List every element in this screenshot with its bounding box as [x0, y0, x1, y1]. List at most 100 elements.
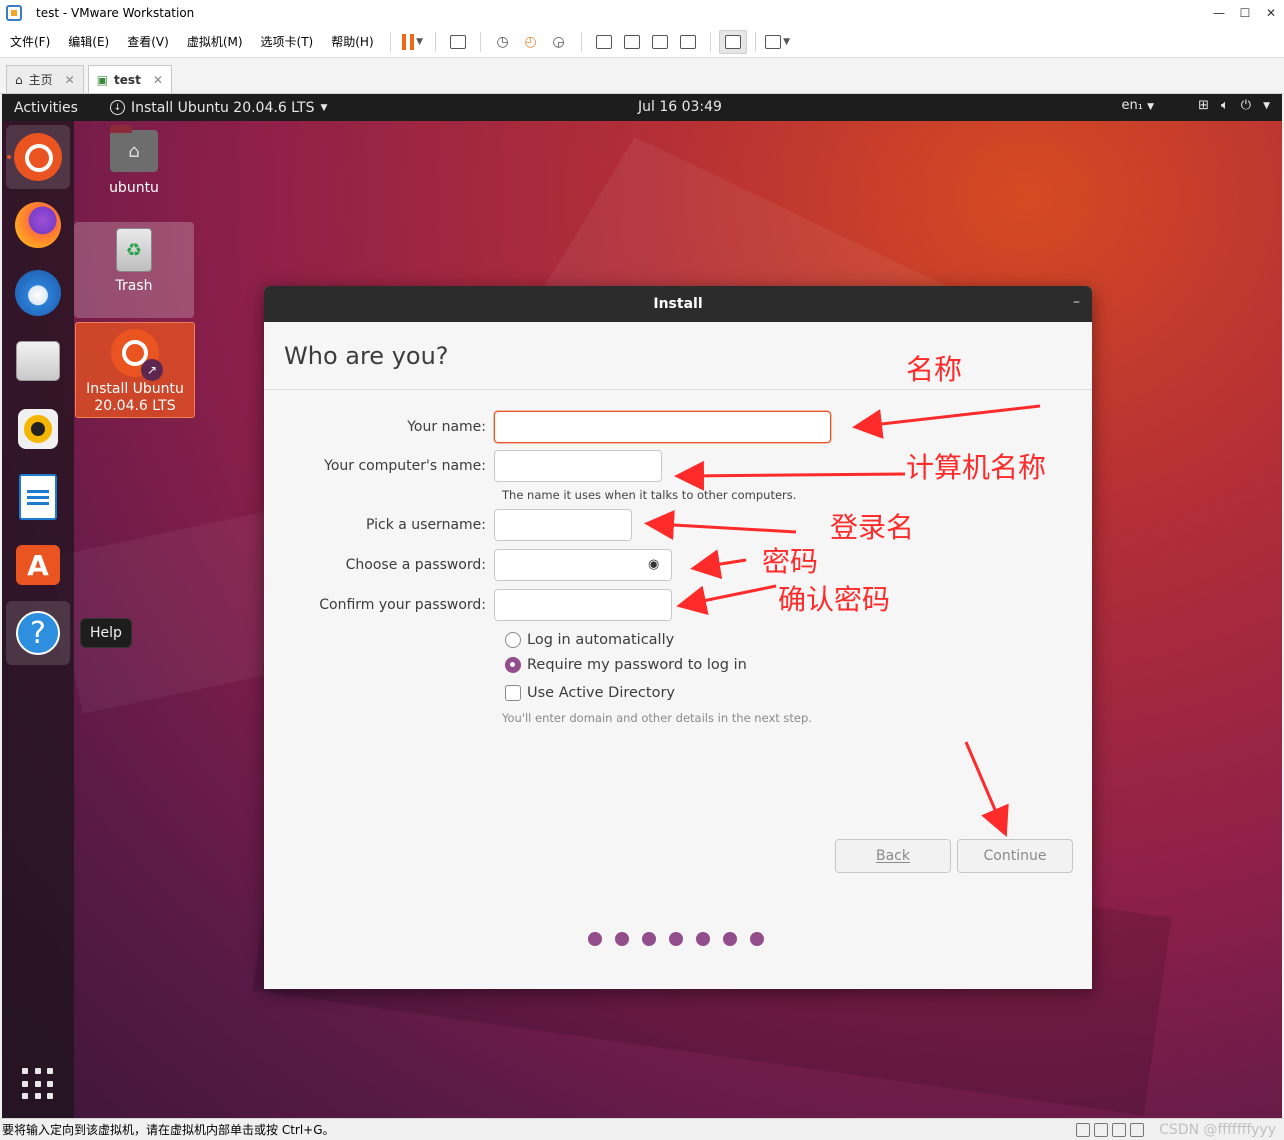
desktop-trash[interactable]: ♻ Trash	[74, 222, 194, 318]
menu-vm[interactable]: 虚拟机(M)	[179, 33, 251, 50]
menu-tabs[interactable]: 选项卡(T)	[253, 33, 322, 50]
require-password-radio[interactable]	[505, 657, 521, 673]
show-library-button[interactable]	[590, 30, 618, 54]
menu-edit[interactable]: 编辑(E)	[60, 33, 117, 50]
vmware-titlebar: test - VMware Workstation — ☐ ✕	[0, 0, 1284, 26]
guest-screen[interactable]: Activities ↓ Install Ubuntu 20.04.6 LTS …	[2, 94, 1282, 1118]
thumbnail-icon	[623, 34, 640, 49]
minimize-icon[interactable]: –	[1073, 294, 1080, 310]
computer-name-hint: The name it uses when it talks to other …	[502, 488, 797, 502]
dock-files[interactable]	[6, 329, 70, 393]
require-password-option[interactable]: Require my password to log in	[505, 657, 747, 673]
vmware-app-icon	[6, 5, 22, 21]
desktop-installer[interactable]: ↗ Install Ubuntu 20.04.6 LTS	[75, 322, 195, 418]
password-label: Choose a password:	[345, 557, 486, 573]
progress-dot	[615, 932, 629, 946]
network-icon[interactable]: ⊞	[1198, 98, 1209, 113]
revert-snapshot-button[interactable]: ◴	[517, 30, 545, 54]
send-ctrl-alt-del-button[interactable]	[444, 30, 472, 54]
hdd-icon[interactable]	[1076, 1123, 1090, 1137]
toolbar-separator	[389, 31, 391, 52]
maximize-icon[interactable]: ☐	[1232, 6, 1258, 20]
ubuntu-installer-icon: ↗	[111, 329, 163, 381]
volume-icon[interactable]: 🔈︎	[1221, 98, 1229, 113]
full-screen-icon	[651, 34, 668, 49]
chevron-down-icon: ▼	[1147, 102, 1155, 112]
close-icon[interactable]: ✕	[153, 73, 163, 87]
dock: A ?	[2, 121, 74, 1118]
stretch-button[interactable]: ▼	[764, 30, 792, 54]
menu-help[interactable]: 帮助(H)	[323, 33, 381, 50]
tab-home[interactable]: ⌂ 主页 ✕	[6, 65, 84, 93]
desktop-trash-label: Trash	[115, 278, 153, 294]
your-name-row: Your name:	[264, 411, 831, 443]
app-menu[interactable]: ↓ Install Ubuntu 20.04.6 LTS ▼	[110, 100, 327, 116]
system-tray[interactable]: en₁ ▼ ⊞ 🔈︎ ⏻ ▼	[1122, 98, 1270, 113]
minimize-icon[interactable]: —	[1206, 6, 1232, 20]
terminal-icon	[724, 34, 741, 49]
close-icon[interactable]: ✕	[1258, 6, 1284, 20]
computer-name-input[interactable]	[494, 450, 662, 482]
dock-writer[interactable]	[6, 465, 70, 529]
download-icon: ↓	[110, 100, 125, 115]
trash-icon: ♻	[116, 228, 152, 272]
your-name-input[interactable]	[494, 411, 831, 443]
progress-dot	[669, 932, 683, 946]
vmware-tabbar: ⌂ 主页 ✕ ▣ test ✕	[0, 58, 1284, 94]
snapshot-button[interactable]: ◷	[489, 30, 517, 54]
password-input[interactable]	[494, 549, 672, 581]
usb-icon[interactable]	[1130, 1123, 1144, 1137]
tab-test[interactable]: ▣ test ✕	[87, 65, 172, 93]
activities-button[interactable]: Activities	[14, 100, 110, 116]
snapshot-manager-button[interactable]: ◶	[545, 30, 573, 54]
dock-help[interactable]: ?	[6, 601, 70, 665]
menu-file[interactable]: 文件(F)	[2, 33, 58, 50]
install-dialog: Install – Who are you? Your name: Your c…	[264, 286, 1092, 989]
unity-button[interactable]	[674, 30, 702, 54]
language-indicator[interactable]: en₁ ▼	[1122, 98, 1155, 113]
username-input[interactable]	[494, 509, 632, 541]
auto-login-radio[interactable]	[505, 632, 521, 648]
back-button[interactable]: Back	[835, 839, 951, 873]
dock-thunderbird[interactable]	[6, 261, 70, 325]
window-title: test - VMware Workstation	[36, 6, 195, 20]
desktop-home-folder[interactable]: ⌂ ubuntu	[74, 125, 194, 197]
snapshot-manager-icon: ◶	[552, 33, 565, 50]
toolbar-separator	[479, 31, 481, 52]
clock[interactable]: Jul 16 03:49	[638, 99, 722, 115]
pause-button[interactable]: ▼	[399, 30, 427, 54]
show-applications-icon[interactable]	[22, 1068, 54, 1100]
chevron-down-icon: ▼	[783, 36, 791, 47]
network-adapter-icon[interactable]	[1112, 1123, 1126, 1137]
dock-installer[interactable]	[6, 125, 70, 189]
snapshot-icon: ◷	[496, 33, 509, 50]
firefox-icon	[15, 202, 61, 248]
progress-dot	[588, 932, 602, 946]
progress-dot	[696, 932, 710, 946]
show-password-icon[interactable]: ◉	[648, 557, 664, 572]
computer-name-row: Your computer's name:	[264, 450, 662, 482]
username-label: Pick a username:	[365, 517, 486, 533]
status-text: 要将输入定向到该虚拟机，请在虚拟机内部单击或按 Ctrl+G。	[2, 1123, 335, 1137]
library-icon	[595, 34, 612, 49]
chevron-down-icon[interactable]: ▼	[1263, 101, 1270, 111]
dock-software[interactable]: A	[6, 533, 70, 597]
auto-login-option[interactable]: Log in automatically	[505, 632, 674, 648]
confirm-password-input[interactable]	[494, 589, 672, 621]
active-directory-checkbox[interactable]	[505, 685, 521, 701]
dock-rhythmbox[interactable]	[6, 397, 70, 461]
cd-icon[interactable]	[1094, 1123, 1108, 1137]
annotation-login-name: 登录名	[830, 511, 915, 544]
thumbnail-button[interactable]	[618, 30, 646, 54]
power-icon[interactable]: ⏻	[1241, 98, 1251, 113]
console-view-button[interactable]	[718, 29, 747, 54]
active-directory-option[interactable]: Use Active Directory	[505, 685, 675, 701]
continue-button[interactable]: Continue	[957, 839, 1073, 873]
vmware-statusbar: 要将输入定向到该虚拟机，请在虚拟机内部单击或按 Ctrl+G。 CSDN @ff…	[0, 1118, 1284, 1140]
dock-firefox[interactable]	[6, 193, 70, 257]
desktop-home-label: ubuntu	[109, 180, 159, 196]
gnome-topbar: Activities ↓ Install Ubuntu 20.04.6 LTS …	[2, 94, 1282, 121]
menu-view[interactable]: 查看(V)	[119, 33, 177, 50]
full-screen-button[interactable]	[646, 30, 674, 54]
close-icon[interactable]: ✕	[65, 73, 75, 87]
